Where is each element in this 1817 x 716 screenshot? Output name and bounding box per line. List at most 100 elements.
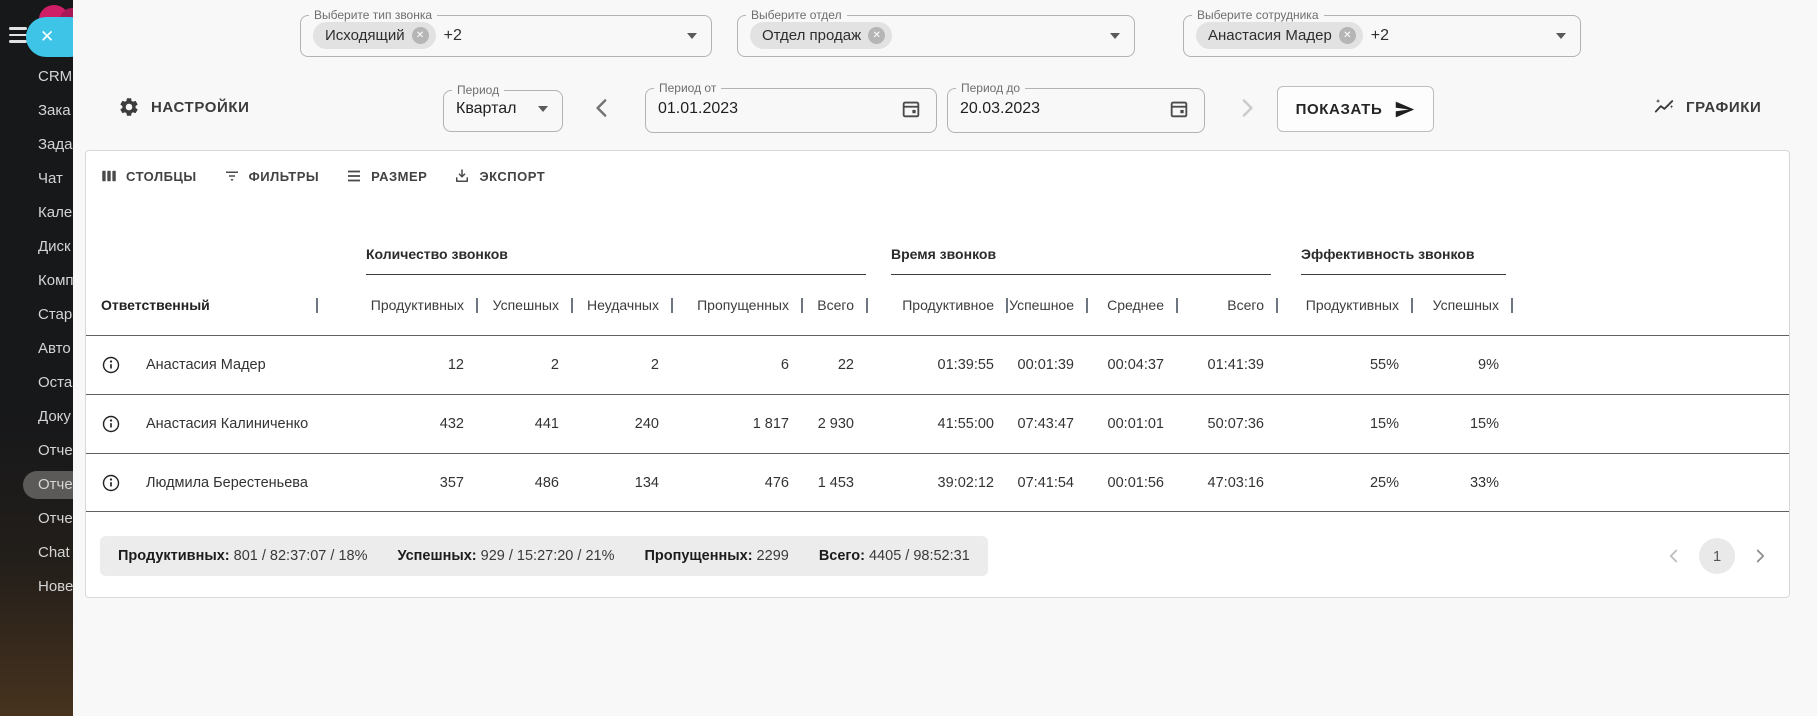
table-cell: 33% (1469, 474, 1499, 491)
chevron-down-icon[interactable] (1556, 32, 1566, 39)
summary-item: Успешных: 929 / 15:27:20 / 21% (397, 548, 615, 564)
subheader-filler (1511, 275, 1789, 335)
period-from-field[interactable]: Период от 01.01.2023 (645, 82, 937, 133)
column-header[interactable]: Всего (1176, 275, 1276, 335)
column-separator (1176, 297, 1178, 313)
column-header[interactable]: Всего (801, 275, 866, 335)
table-cell: 432 (439, 416, 464, 432)
table-cell: 15% (1369, 416, 1399, 432)
department-filter[interactable]: Выберите отдел Отдел продаж ✕ (737, 9, 1135, 57)
column-header[interactable]: Пропущенных (671, 275, 801, 335)
period-to-value[interactable]: 20.03.2023 (960, 100, 1040, 118)
period-from-value[interactable]: 01.01.2023 (658, 100, 738, 118)
period-to-label: Период до (961, 81, 1021, 95)
table-row[interactable]: Людмила Берестеньева 357 486 134 476 1 453 39… (86, 453, 1789, 512)
summary-item: Всего: 4405 / 98:52:31 (818, 548, 970, 564)
send-icon (1396, 101, 1415, 117)
filter-chip[interactable]: Анастасия Мадер ✕ (1196, 22, 1363, 49)
main-content: Выберите тип звонка Исходящий ✕ +2 Выбер… (73, 0, 1817, 716)
info-icon[interactable] (101, 473, 121, 493)
sidebar-item-label: Авто (38, 340, 71, 357)
next-page-button[interactable] (1749, 545, 1771, 567)
gear-icon (120, 98, 138, 116)
table-cell: 2 (550, 357, 559, 373)
column-separator (671, 297, 673, 313)
export-label: ЭКСПОРТ (479, 168, 546, 184)
filters-label: ФИЛЬТРЫ (248, 168, 320, 184)
show-button[interactable]: ПОКАЗАТЬ (1277, 86, 1434, 132)
column-header[interactable]: Продуктивных (1276, 275, 1411, 335)
column-header-label: Всего (1227, 297, 1264, 313)
sidebar-item[interactable]: Стар (0, 298, 73, 332)
previous-page-button[interactable] (1663, 545, 1685, 567)
period-to-field[interactable]: Период до 20.03.2023 (947, 82, 1205, 133)
next-period-button[interactable] (1231, 93, 1263, 125)
app-root: ✕ CRM Зака Зада Чат Кале Диск Комп Стар Авто Оста… (0, 0, 1817, 716)
current-page-indicator[interactable]: 1 (1699, 538, 1735, 574)
call-type-filter[interactable]: Выберите тип звонка Исходящий ✕ +2 (300, 9, 712, 57)
filter-chip[interactable]: Исходящий ✕ (313, 22, 436, 49)
size-button[interactable]: РАЗМЕР (345, 167, 427, 185)
export-button[interactable]: ЭКСПОРТ (453, 167, 545, 185)
column-header[interactable]: Неудачных (571, 275, 671, 335)
sidebar-item[interactable]: Кале (0, 196, 73, 230)
sidebar-item[interactable]: Отче (0, 434, 73, 468)
sidebar-item[interactable]: CRM (0, 60, 73, 94)
table-cell: 41:55:00 (937, 416, 994, 432)
chip-close-icon[interactable]: ✕ (411, 27, 429, 44)
table-cell: 50:07:36 (1207, 416, 1264, 432)
column-header[interactable]: Успешное (1006, 275, 1086, 335)
chip-close-icon[interactable]: ✕ (868, 27, 886, 44)
info-icon[interactable] (101, 355, 121, 375)
sidebar-item[interactable]: Зака (0, 94, 73, 128)
previous-period-button[interactable] (586, 93, 618, 125)
sidebar-item[interactable]: Chat (0, 536, 73, 570)
calendar-icon[interactable] (900, 98, 922, 120)
period-select[interactable]: Период Квартал (443, 84, 563, 132)
chevron-down-icon[interactable] (538, 106, 548, 112)
column-separator (571, 297, 573, 313)
column-separator (801, 297, 803, 313)
chevron-down-icon[interactable] (687, 32, 697, 39)
column-header-label: Неудачных (586, 297, 659, 313)
sidebar-item-label: Зада (38, 136, 73, 153)
charts-button[interactable]: ГРАФИКИ (1653, 96, 1761, 118)
size-label: РАЗМЕР (371, 168, 428, 184)
sidebar-item[interactable]: Нове (0, 570, 73, 604)
column-header[interactable]: Успешных (476, 275, 571, 335)
chevron-down-icon[interactable] (1110, 32, 1120, 39)
sidebar-item[interactable]: Комп (0, 264, 73, 298)
sidebar-item[interactable]: Авто (0, 332, 73, 366)
filter-chip[interactable]: Отдел продаж ✕ (750, 22, 893, 49)
sidebar-item[interactable]: Диск (0, 230, 73, 264)
table-cell: 01:41:39 (1207, 357, 1264, 373)
calendar-icon[interactable] (1168, 98, 1190, 120)
column-header[interactable]: Продуктивных (316, 275, 476, 335)
table-cell: 2 (650, 357, 659, 373)
sidebar-item[interactable]: Отче (0, 502, 73, 536)
table-row[interactable]: Анастасия Калиниченко 432 441 240 1 817 2 93… (86, 394, 1789, 453)
column-separator (1411, 297, 1413, 313)
sidebar-item[interactable]: Доку (0, 400, 73, 434)
column-header[interactable]: Успешных (1411, 275, 1511, 335)
settings-button[interactable]: НАСТРОЙКИ (118, 96, 250, 118)
employee-filter[interactable]: Выберите сотрудника Анастасия Мадер ✕ +2 (1183, 9, 1581, 57)
column-header-label: Всего (817, 297, 854, 313)
column-header[interactable]: Среднее (1086, 275, 1176, 335)
table-cell: 00:01:39 (1017, 357, 1074, 373)
close-menu-button[interactable]: ✕ (26, 17, 73, 57)
table-row[interactable]: Анастасия Мадер 12 2 2 6 22 01:39:55 00:01:39 0… (86, 335, 1789, 394)
filters-button[interactable]: ФИЛЬТРЫ (223, 167, 319, 185)
sidebar-item[interactable]: Чат (0, 162, 73, 196)
sidebar-item[interactable]: Отче (0, 468, 73, 502)
hamburger-menu-icon[interactable] (9, 27, 27, 47)
sidebar-item[interactable]: Зада (0, 128, 73, 162)
info-icon[interactable] (101, 414, 121, 434)
chip-close-icon[interactable]: ✕ (1338, 27, 1356, 44)
sidebar-item[interactable]: Оста (0, 366, 73, 400)
responsible-header[interactable]: Ответственный (86, 275, 316, 335)
table-cell: 240 (634, 416, 659, 432)
columns-button[interactable]: СТОЛБЦЫ (100, 167, 197, 185)
column-header[interactable]: Продуктивное (866, 275, 1006, 335)
department-filter-label: Выберите отдел (751, 8, 842, 22)
